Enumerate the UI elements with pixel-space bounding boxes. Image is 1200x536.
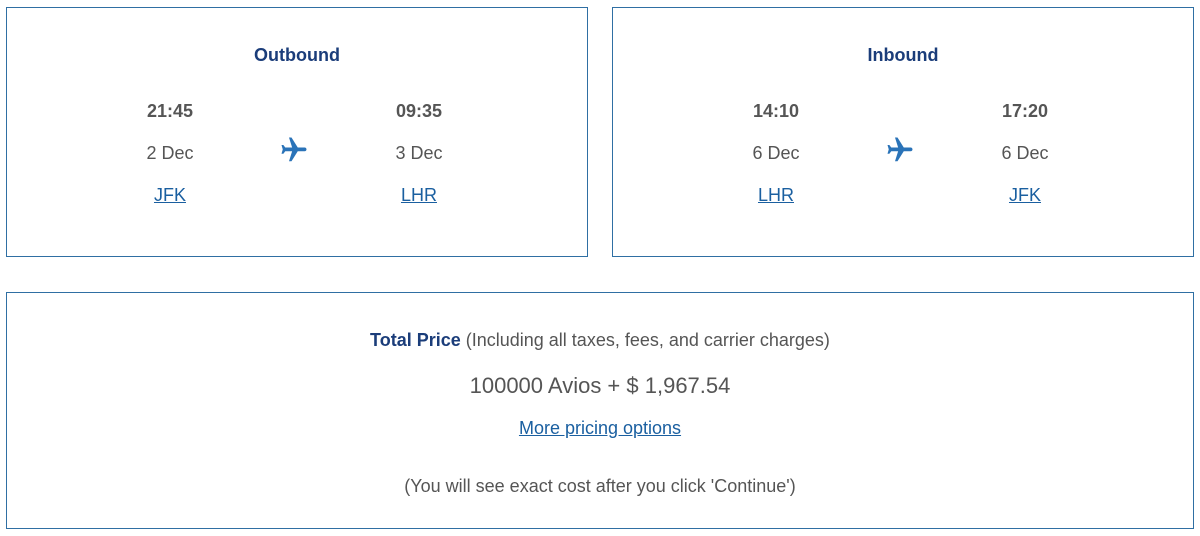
arrival-time: 17:20	[1001, 101, 1049, 121]
departure-date: 6 Dec	[752, 143, 800, 163]
airplane-icon	[281, 137, 307, 162]
total-price-label: Total Price	[370, 330, 461, 350]
departure-time: 21:45	[146, 101, 194, 121]
total-price-card: Total Price (Including all taxes, fees, …	[6, 292, 1194, 529]
more-pricing-options-container: More pricing options	[7, 418, 1193, 439]
departure-date: 2 Dec	[146, 143, 194, 163]
departure-airport-link[interactable]: JFK	[110, 185, 230, 206]
airplane-icon	[887, 137, 913, 162]
inbound-flight-card: Inbound 14:10 6 Dec LHR 17:20 6 Dec JFK	[612, 7, 1194, 257]
total-price-value: 100000 Avios + $ 1,967.54	[469, 373, 731, 398]
departure-time: 14:10	[752, 101, 800, 121]
total-price-note: (Including all taxes, fees, and carrier …	[460, 330, 830, 350]
arrival-airport-link[interactable]: LHR	[359, 185, 479, 206]
departure-airport-link[interactable]: LHR	[716, 185, 836, 206]
arrival-airport-link[interactable]: JFK	[965, 185, 1085, 206]
arrival-time: 09:35	[395, 101, 443, 121]
arrival-date: 3 Dec	[395, 143, 443, 163]
outbound-title: Outbound	[254, 45, 340, 65]
more-pricing-options-link[interactable]: More pricing options	[519, 418, 681, 438]
total-price-heading: Total Price (Including all taxes, fees, …	[7, 330, 1193, 351]
outbound-flight-card: Outbound 21:45 2 Dec JFK 09:35 3 Dec LHR	[6, 7, 588, 257]
exact-cost-note: (You will see exact cost after you click…	[404, 476, 796, 496]
inbound-title: Inbound	[867, 45, 939, 65]
arrival-date: 6 Dec	[1001, 143, 1049, 163]
